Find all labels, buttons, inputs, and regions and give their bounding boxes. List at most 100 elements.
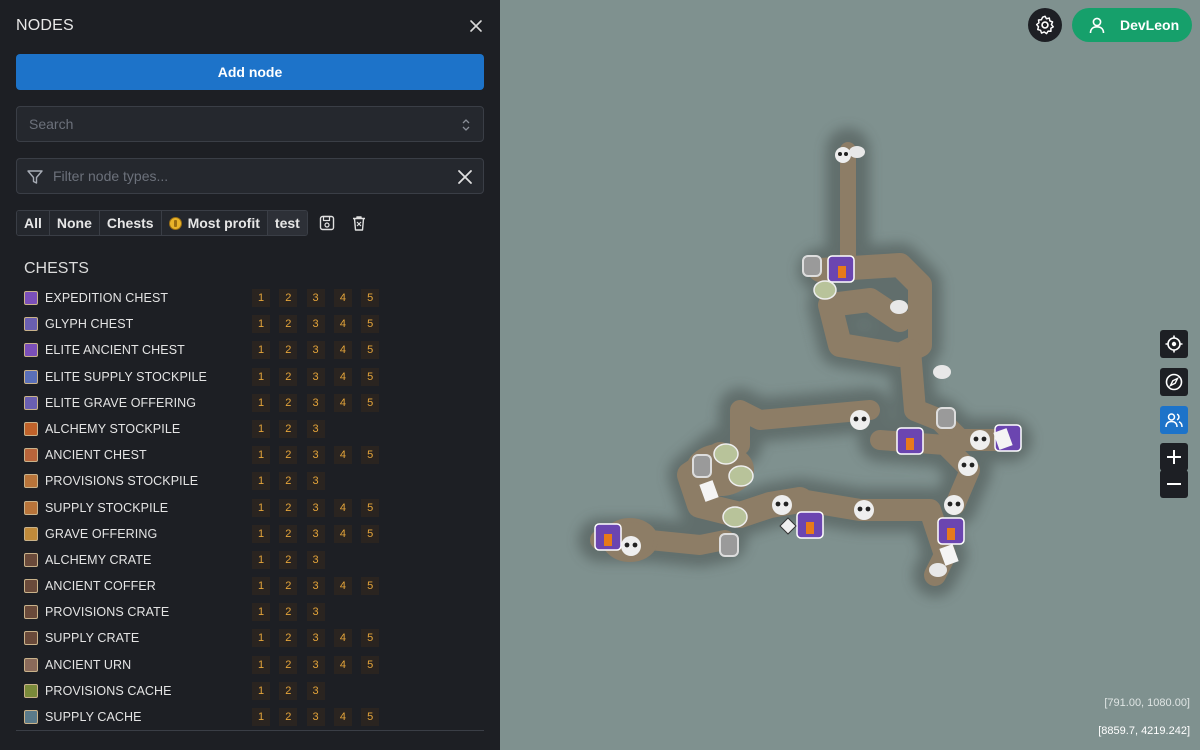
tier-toggle-5[interactable]: 5 [361, 708, 380, 726]
tier-toggle-1[interactable]: 1 [252, 315, 270, 334]
tier-toggle-3[interactable]: 3 [306, 577, 325, 596]
node-type-label[interactable]: ELITE GRAVE OFFERING [45, 396, 196, 410]
tier-toggle-4[interactable]: 4 [333, 655, 352, 674]
tier-toggle-1[interactable]: 1 [252, 550, 270, 569]
node-type-label[interactable]: ANCIENT CHEST [45, 448, 147, 462]
tier-toggle-1[interactable]: 1 [252, 498, 270, 517]
tier-toggle-3[interactable]: 3 [306, 393, 325, 412]
tier-toggle-2[interactable]: 2 [279, 681, 298, 700]
tier-toggle-3[interactable]: 3 [306, 550, 325, 569]
tier-toggle-2[interactable]: 2 [279, 341, 298, 360]
tier-toggle-5[interactable]: 5 [361, 315, 380, 334]
tier-toggle-5[interactable]: 5 [361, 524, 380, 543]
node-type-label[interactable]: ALCHEMY CRATE [45, 553, 151, 567]
tier-toggle-4[interactable]: 4 [333, 393, 352, 412]
preset-none[interactable]: None [49, 211, 100, 235]
node-type-label[interactable]: GLYPH CHEST [45, 317, 133, 331]
node-type-row[interactable]: SUPPLY STOCKPILE 1 2 3 4 5 [16, 495, 484, 521]
tier-toggle-1[interactable]: 1 [252, 472, 270, 491]
node-type-label[interactable]: PROVISIONS STOCKPILE [45, 474, 198, 488]
tier-toggle-2[interactable]: 2 [279, 446, 298, 465]
clear-filter-icon[interactable] [456, 168, 474, 186]
tier-toggle-2[interactable]: 2 [279, 603, 298, 622]
map-canvas[interactable]: DevLeon [791.00, 1080.00] [8859.7, 4219.… [500, 0, 1200, 750]
tier-toggle-3[interactable]: 3 [306, 289, 325, 307]
tier-toggle-2[interactable]: 2 [279, 315, 298, 334]
node-type-row[interactable]: SUPPLY CRATE 1 2 3 4 5 [16, 625, 484, 651]
tier-toggle-1[interactable]: 1 [252, 629, 270, 648]
tier-toggle-2[interactable]: 2 [279, 393, 298, 412]
zoom-in-button[interactable] [1160, 443, 1188, 471]
filter-input[interactable] [53, 159, 443, 193]
node-type-label[interactable]: SUPPLY STOCKPILE [45, 501, 168, 515]
save-preset-button[interactable] [314, 210, 340, 236]
tier-toggle-1[interactable]: 1 [252, 289, 270, 307]
node-type-label[interactable]: ANCIENT URN [45, 658, 131, 672]
node-type-label[interactable]: ELITE SUPPLY STOCKPILE [45, 370, 207, 384]
tier-toggle-2[interactable]: 2 [279, 472, 298, 491]
tier-toggle-3[interactable]: 3 [306, 315, 325, 334]
tier-toggle-2[interactable]: 2 [279, 708, 298, 726]
tier-toggle-1[interactable]: 1 [252, 708, 270, 726]
node-type-label[interactable]: PROVISIONS CRATE [45, 605, 169, 619]
tier-toggle-2[interactable]: 2 [279, 577, 298, 596]
node-type-label[interactable]: ALCHEMY STOCKPILE [45, 422, 180, 436]
preset-most-profit[interactable]: Most profit [161, 211, 268, 235]
tier-toggle-1[interactable]: 1 [252, 577, 270, 596]
node-type-row[interactable]: ANCIENT URN 1 2 3 4 5 [16, 652, 484, 678]
node-type-row[interactable]: PROVISIONS STOCKPILE 1 2 3 [16, 468, 484, 494]
node-type-label[interactable]: ELITE ANCIENT CHEST [45, 343, 185, 357]
node-type-row[interactable]: ANCIENT COFFER 1 2 3 4 5 [16, 573, 484, 599]
tier-toggle-5[interactable]: 5 [361, 341, 380, 360]
tier-toggle-2[interactable]: 2 [279, 498, 298, 517]
user-account-button[interactable]: DevLeon [1072, 8, 1192, 42]
node-type-label[interactable]: SUPPLY CACHE [45, 710, 142, 724]
tier-toggle-2[interactable]: 2 [279, 629, 298, 648]
tier-toggle-2[interactable]: 2 [279, 419, 298, 438]
tier-toggle-2[interactable]: 2 [279, 289, 298, 307]
close-icon[interactable] [468, 18, 484, 34]
tier-toggle-4[interactable]: 4 [333, 577, 352, 596]
node-type-row[interactable]: ELITE ANCIENT CHEST 1 2 3 4 5 [16, 337, 484, 363]
node-type-row[interactable]: ANCIENT CHEST 1 2 3 4 5 [16, 442, 484, 468]
delete-preset-button[interactable] [346, 210, 372, 236]
tier-toggle-2[interactable]: 2 [279, 550, 298, 569]
preset-test[interactable]: test [267, 211, 307, 235]
node-type-label[interactable]: GRAVE OFFERING [45, 527, 157, 541]
node-type-row[interactable]: ALCHEMY CRATE 1 2 3 [16, 547, 484, 573]
tier-toggle-4[interactable]: 4 [333, 315, 352, 334]
tier-toggle-1[interactable]: 1 [252, 419, 270, 438]
tier-toggle-1[interactable]: 1 [252, 603, 270, 622]
node-type-row[interactable]: PROVISIONS CRATE 1 2 3 [16, 599, 484, 625]
tier-toggle-3[interactable]: 3 [306, 603, 325, 622]
node-type-label[interactable]: PROVISIONS CACHE [45, 684, 172, 698]
filter-node-types[interactable] [16, 158, 484, 194]
tier-toggle-5[interactable]: 5 [361, 393, 380, 412]
tier-toggle-5[interactable]: 5 [361, 498, 380, 517]
dungeon-map[interactable] [500, 0, 1200, 750]
tier-toggle-3[interactable]: 3 [306, 367, 325, 386]
tier-toggle-5[interactable]: 5 [361, 367, 380, 386]
node-type-label[interactable]: EXPEDITION CHEST [45, 291, 168, 305]
settings-button[interactable] [1028, 8, 1062, 42]
search-input[interactable] [17, 107, 483, 141]
node-type-row[interactable]: ELITE GRAVE OFFERING 1 2 3 4 5 [16, 390, 484, 416]
tier-toggle-3[interactable]: 3 [306, 629, 325, 648]
tier-toggle-5[interactable]: 5 [361, 289, 380, 307]
node-type-row[interactable]: SUPPLY CACHE 1 2 3 4 5 [16, 704, 484, 730]
group-button[interactable] [1160, 406, 1188, 434]
node-type-row[interactable]: ELITE SUPPLY STOCKPILE 1 2 3 4 5 [16, 364, 484, 390]
tier-toggle-5[interactable]: 5 [361, 655, 380, 674]
tier-toggle-2[interactable]: 2 [279, 367, 298, 386]
preset-chests[interactable]: Chests [99, 211, 162, 235]
tier-toggle-1[interactable]: 1 [252, 681, 270, 700]
tier-toggle-4[interactable]: 4 [333, 708, 352, 726]
node-type-row[interactable]: EXPEDITION CHEST 1 2 3 4 5 [16, 285, 484, 311]
tier-toggle-3[interactable]: 3 [306, 446, 325, 465]
search-select[interactable] [16, 106, 484, 142]
tier-toggle-3[interactable]: 3 [306, 655, 325, 674]
node-type-row[interactable]: PROVISIONS CACHE 1 2 3 [16, 678, 484, 704]
tier-toggle-3[interactable]: 3 [306, 708, 325, 726]
tier-toggle-5[interactable]: 5 [361, 629, 380, 648]
tier-toggle-4[interactable]: 4 [333, 629, 352, 648]
